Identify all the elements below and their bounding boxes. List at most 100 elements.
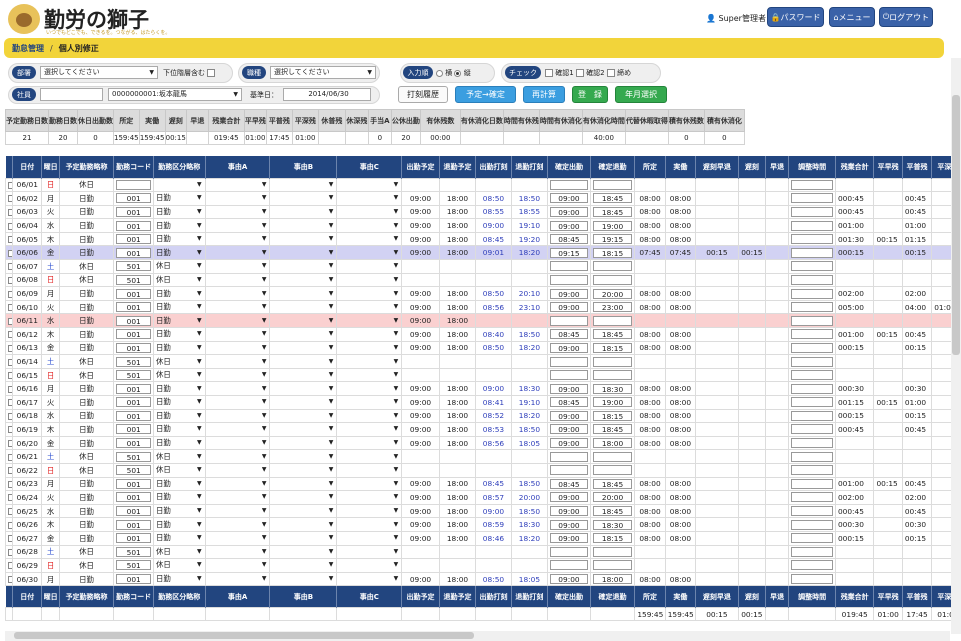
adjust-time-input[interactable] <box>791 465 833 476</box>
confirmed-out-input[interactable]: 18:00 <box>592 438 633 449</box>
adjust-time-cell[interactable] <box>788 204 836 220</box>
work-code-cell[interactable]: 001 <box>113 327 154 342</box>
adjust-time-cell[interactable] <box>788 395 836 410</box>
table-row[interactable]: 06/07 土休日 501 休日 ▼ ▼ ▼ ▼ <box>5 259 953 274</box>
reason-c-select[interactable]: ▼ <box>339 180 399 190</box>
reason-c-select[interactable]: ▼ <box>339 275 399 285</box>
reason-c-cell[interactable]: ▼ <box>336 530 403 546</box>
row-select-cell[interactable] <box>5 395 14 410</box>
reason-c-cell[interactable]: ▼ <box>336 395 403 410</box>
adjust-time-cell[interactable] <box>788 231 836 247</box>
work-kubun-cell[interactable]: 日勤 ▼ <box>152 517 206 532</box>
attendance-table-container[interactable]: 日付 曜日 予定勤務略称 勤務コード 勤務区分略称 事由A 事由B 事由C 出勤予定 退勤予定 出勤… <box>5 156 953 634</box>
reason-a-select[interactable]: ▼ <box>208 289 268 299</box>
confirmed-in-input[interactable] <box>550 370 588 381</box>
reason-a-cell[interactable]: ▼ <box>204 231 271 247</box>
table-row[interactable]: 06/29 日休日 501 休日 ▼ ▼ ▼ ▼ <box>5 558 953 573</box>
confirmed-in-input[interactable]: 09:00 <box>550 410 588 421</box>
reason-b-cell[interactable]: ▼ <box>269 218 338 233</box>
adjust-time-input[interactable] <box>791 506 833 517</box>
confirmed-out-input[interactable]: 18:15 <box>592 247 633 258</box>
row-checkbox[interactable] <box>8 344 12 352</box>
dept-select[interactable]: 選択してください ▼ <box>40 66 158 79</box>
work-code-input[interactable]: 001 <box>116 206 151 217</box>
reason-a-select[interactable]: ▼ <box>208 180 268 190</box>
work-code-cell[interactable]: 501 <box>113 462 154 478</box>
work-code-input[interactable]: 001 <box>116 533 151 544</box>
adjust-time-cell[interactable] <box>788 449 836 464</box>
reason-c-select[interactable]: ▼ <box>339 465 399 475</box>
table-row[interactable]: 06/08 日休日 501 休日 ▼ ▼ ▼ ▼ <box>5 272 953 288</box>
adjust-time-cell[interactable] <box>788 490 836 505</box>
work-kubun-select[interactable]: 休日 ▼ <box>156 370 203 380</box>
table-row[interactable]: 06/27 金日勤 001 日勤 ▼ ▼ ▼ ▼ 09:00 18:00 08:46 18:20 09:… <box>5 530 953 546</box>
confirmed-out-input[interactable]: 18:15 <box>592 410 633 421</box>
work-kubun-select[interactable]: 日勤 ▼ <box>156 329 203 339</box>
work-code-input[interactable]: 001 <box>116 383 151 394</box>
row-checkbox[interactable] <box>8 276 12 284</box>
confirmed-out-cell[interactable]: 18:45 <box>589 503 636 519</box>
work-kubun-cell[interactable]: 日勤 ▼ <box>152 476 206 492</box>
work-kubun-cell[interactable]: 日勤 ▼ <box>152 503 206 519</box>
reason-a-select[interactable]: ▼ <box>208 560 268 570</box>
row-checkbox[interactable] <box>8 548 12 556</box>
work-code-input[interactable]: 001 <box>116 506 151 517</box>
reason-b-cell[interactable]: ▼ <box>269 476 338 492</box>
row-checkbox[interactable] <box>8 181 12 189</box>
adjust-time-cell[interactable] <box>788 245 836 261</box>
reason-a-select[interactable]: ▼ <box>208 357 268 367</box>
row-select-cell[interactable] <box>5 558 14 573</box>
confirmed-out-input[interactable]: 19:15 <box>592 234 633 245</box>
reason-a-cell[interactable]: ▼ <box>204 218 271 233</box>
adjust-time-cell[interactable] <box>788 354 836 369</box>
reason-b-select[interactable]: ▼ <box>272 574 334 584</box>
reason-b-cell[interactable]: ▼ <box>269 367 338 383</box>
confirmed-in-cell[interactable]: 09:00 <box>547 340 591 356</box>
reason-c-select[interactable]: ▼ <box>339 193 399 203</box>
work-kubun-cell[interactable]: 休日 ▼ <box>152 544 206 560</box>
row-checkbox[interactable] <box>8 317 12 325</box>
adjust-time-input[interactable] <box>791 478 833 489</box>
confirmed-in-input[interactable]: 09:00 <box>550 383 588 394</box>
reason-b-cell[interactable]: ▼ <box>269 286 338 301</box>
reason-b-select[interactable]: ▼ <box>272 560 334 570</box>
confirmed-out-input[interactable]: 19:00 <box>592 220 633 231</box>
row-select-cell[interactable] <box>5 462 14 478</box>
confirmed-in-cell[interactable]: 09:00 <box>547 517 591 532</box>
table-row[interactable]: 06/18 水日勤 001 日勤 ▼ ▼ ▼ ▼ 09:00 18:00 08:52 18:20 09:… <box>5 408 953 424</box>
table-row[interactable]: 06/15 日休日 501 休日 ▼ ▼ ▼ ▼ <box>5 367 953 383</box>
reason-c-cell[interactable]: ▼ <box>336 272 403 288</box>
adjust-time-input[interactable] <box>791 261 833 272</box>
work-code-cell[interactable]: 001 <box>113 422 154 437</box>
row-checkbox[interactable] <box>8 562 12 570</box>
vertical-scroll-thumb[interactable] <box>952 95 960 355</box>
confirmed-in-cell[interactable]: 09:00 <box>547 204 591 220</box>
work-code-input[interactable]: 501 <box>116 370 151 381</box>
reason-c-select[interactable]: ▼ <box>339 234 399 244</box>
reason-c-select[interactable]: ▼ <box>339 574 399 584</box>
adjust-time-input[interactable] <box>791 574 833 585</box>
row-select-cell[interactable] <box>5 231 14 247</box>
row-select-cell[interactable] <box>5 381 14 396</box>
reason-c-select[interactable]: ▼ <box>339 343 399 353</box>
row-checkbox[interactable] <box>8 399 12 407</box>
confirmed-out-cell[interactable]: 20:00 <box>589 286 636 301</box>
work-kubun-select[interactable]: 休日 ▼ <box>156 452 203 462</box>
work-kubun-select[interactable]: 日勤 ▼ <box>156 221 203 231</box>
reason-c-select[interactable]: ▼ <box>339 370 399 380</box>
row-checkbox[interactable] <box>8 331 12 339</box>
work-kubun-select[interactable]: 休日 ▼ <box>156 560 203 570</box>
reason-b-cell[interactable]: ▼ <box>269 191 338 206</box>
confirmed-in-cell[interactable]: 09:00 <box>547 503 591 519</box>
lower-dept-option[interactable]: 下位階層含む <box>163 68 216 78</box>
work-kubun-cell[interactable]: 日勤 ▼ <box>152 408 206 424</box>
table-row[interactable]: 06/17 火日勤 001 日勤 ▼ ▼ ▼ ▼ 09:00 18:00 08:41 19:10 08:… <box>5 395 953 410</box>
work-code-cell[interactable]: 001 <box>113 476 154 492</box>
confirmed-in-input[interactable]: 09:00 <box>550 302 588 313</box>
reason-b-cell[interactable]: ▼ <box>269 544 338 560</box>
row-checkbox[interactable] <box>8 521 12 529</box>
reason-c-select[interactable]: ▼ <box>339 261 399 271</box>
reason-a-cell[interactable]: ▼ <box>204 367 271 383</box>
confirmed-out-cell[interactable] <box>589 449 636 464</box>
confirmed-in-input[interactable]: 08:45 <box>550 478 588 489</box>
